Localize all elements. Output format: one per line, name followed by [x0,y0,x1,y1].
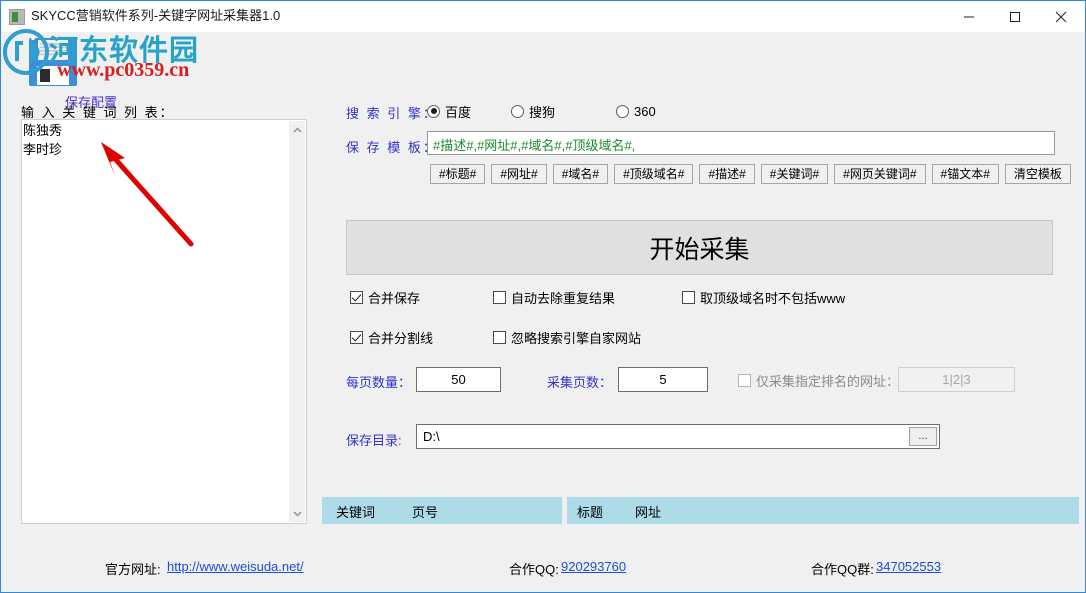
radio-indicator [427,105,440,118]
official-site-link[interactable]: http://www.weisuda.net/ [167,559,304,574]
template-token-anchor-text[interactable]: #锚文本# [932,164,999,184]
template-token-title[interactable]: #标题# [430,164,485,184]
checkbox-label: 仅采集指定排名的网址： [756,371,899,390]
close-button[interactable] [1038,1,1084,32]
save-directory-label: 保存目录: [346,430,402,449]
checkbox-only-ranked[interactable]: 仅采集指定排名的网址： [738,371,899,389]
rank-filter-value: 1|2|3 [899,372,1014,387]
checkbox-label: 合并分割线 [368,328,433,347]
clear-template-button[interactable]: 清空模板 [1005,164,1071,184]
scroll-down-button[interactable] [289,505,305,522]
checkbox-auto-dedupe[interactable]: 自动去除重复结果 [493,288,615,306]
save-template-value: #描述#,#网址#,#域名#,#顶级域名#, [433,135,635,154]
save-directory-input[interactable]: D:\ ... [416,424,940,449]
scroll-up-button[interactable] [289,121,305,138]
column-header-page-number[interactable]: 页号 [412,502,438,521]
results-table-right-header: 标题 网址 [567,497,1079,524]
start-collect-label: 开始采集 [649,230,749,266]
column-header-title[interactable]: 标题 [577,502,603,521]
radio-label: 360 [634,104,656,119]
partner-qq-group-link[interactable]: 347052553 [876,559,941,574]
per-page-label: 每页数量： [346,372,411,391]
template-token-buttons: #标题# #网址# #域名# #顶级域名# #描述# #关键词# #网页关键词#… [430,164,1071,184]
keyword-list-textarea[interactable] [21,119,307,524]
minimize-icon [963,11,975,23]
template-token-url[interactable]: #网址# [491,164,546,184]
radio-search-engine-360[interactable]: 360 [616,102,656,120]
checkbox-indicator [493,291,506,304]
checkbox-label: 取顶级域名时不包括www [700,288,845,307]
start-collect-button[interactable]: 开始采集 [346,220,1053,275]
list-item: 陈独秀 [23,121,273,140]
floppy-disk-icon [27,36,79,88]
radio-indicator [616,105,629,118]
radio-search-engine-sogou[interactable]: 搜狗 [511,102,555,120]
chevron-down-icon [293,511,302,517]
template-token-domain[interactable]: #域名# [553,164,608,184]
checkbox-indicator [738,374,751,387]
template-token-page-keyword[interactable]: #网页关键词# [834,164,925,184]
partner-qq-group-label: 合作QQ群: [811,559,874,578]
save-directory-value: D:\ [423,429,440,444]
partner-qq-label: 合作QQ: [509,559,559,578]
title-bar: SKYCC营销软件系列-关键字网址采集器1.0 [1,1,1085,32]
window-title: SKYCC营销软件系列-关键字网址采集器1.0 [31,7,280,25]
per-page-value: 50 [417,372,500,387]
list-item: 李时珍 [23,140,273,159]
radio-indicator [511,105,524,118]
checkbox-merge-divider[interactable]: 合并分割线 [350,328,433,346]
maximize-icon [1009,11,1021,23]
checkbox-indicator [350,331,363,344]
app-icon [9,9,25,25]
template-token-topdomain[interactable]: #顶级域名# [614,164,693,184]
results-table-left-header: 关键词 页号 [322,497,562,524]
checkbox-label: 合并保存 [368,288,420,307]
radio-search-engine-baidu[interactable]: 百度 [427,102,471,120]
save-template-label: 保 存 模 板： [346,137,438,156]
browse-directory-button[interactable]: ... [909,427,937,446]
checkbox-indicator [682,291,695,304]
checkbox-merge-save[interactable]: 合并保存 [350,288,420,306]
search-engine-label: 搜 索 引 擎： [346,103,438,122]
checkbox-label: 自动去除重复结果 [511,288,615,307]
application-window: SKYCC营销软件系列-关键字网址采集器1.0 [0,0,1086,593]
rank-filter-input: 1|2|3 [898,367,1015,392]
chevron-up-icon [293,127,302,133]
checkbox-label: 忽略搜索引擎自家网站 [511,328,641,347]
checkbox-exclude-www[interactable]: 取顶级域名时不包括www [682,288,845,306]
keyword-list-content: 陈独秀 李时珍 [23,121,273,159]
template-token-description[interactable]: #描述# [699,164,754,184]
radio-label: 百度 [445,102,471,121]
template-token-keyword[interactable]: #关键词# [761,164,828,184]
pages-count-label: 采集页数： [547,372,612,391]
checkbox-indicator [493,331,506,344]
checkbox-indicator [350,291,363,304]
minimize-button[interactable] [946,1,992,32]
column-header-keyword[interactable]: 关键词 [336,502,375,521]
maximize-button[interactable] [992,1,1038,32]
save-config-button[interactable]: 保存配置 [23,34,133,96]
per-page-input[interactable]: 50 [416,367,501,392]
pages-count-value: 5 [619,372,707,387]
close-icon [1055,11,1067,23]
radio-label: 搜狗 [529,102,555,121]
column-header-url[interactable]: 网址 [635,502,661,521]
checkbox-ignore-own-site[interactable]: 忽略搜索引擎自家网站 [493,328,641,346]
keyword-scrollbar[interactable] [289,121,305,522]
partner-qq-link[interactable]: 920293760 [561,559,626,574]
official-site-label: 官方网址: [105,559,161,578]
save-template-input[interactable]: #描述#,#网址#,#域名#,#顶级域名#, [427,131,1055,155]
pages-count-input[interactable]: 5 [618,367,708,392]
